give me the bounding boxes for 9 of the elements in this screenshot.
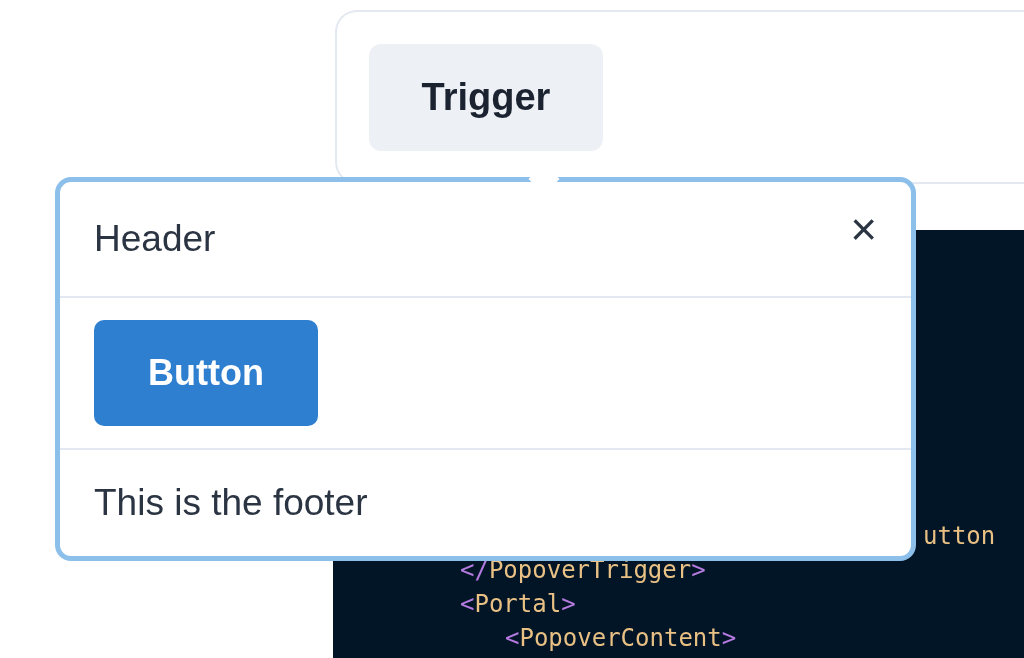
popover-footer: This is the footer [94,475,368,531]
code-line: utton [923,522,996,550]
trigger-button[interactable]: Trigger [369,44,603,151]
close-button[interactable]: × [850,206,877,252]
code-line: <PopoverContent> [505,624,737,652]
popover-button[interactable]: Button [94,320,318,426]
code-line: </PopoverTrigger> [460,556,706,584]
code-line: <Portal> [460,590,576,618]
popover-header: Header [94,217,216,262]
